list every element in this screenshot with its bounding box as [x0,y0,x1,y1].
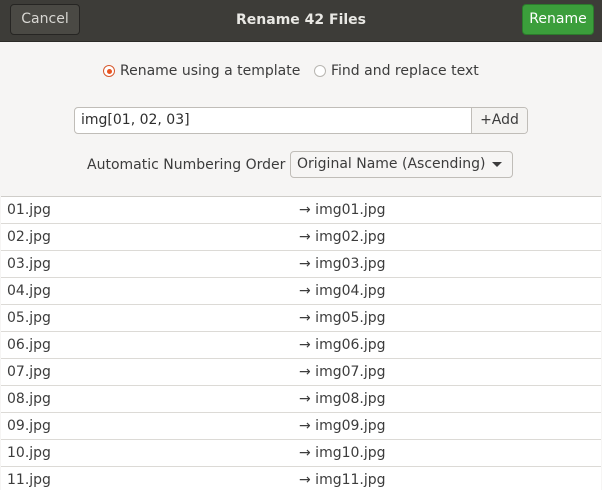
original-filename: 01.jpg [7,202,51,218]
file-row[interactable]: 07.jpg → img07.jpg [1,359,601,386]
original-filename: 10.jpg [7,445,51,461]
original-filename: 03.jpg [7,256,51,272]
file-row[interactable]: 01.jpg → img01.jpg [1,197,601,224]
template-mode-label: Rename using a template [120,63,301,79]
original-filename: 05.jpg [7,310,51,326]
numbering-order-dropdown[interactable]: Original Name (Ascending) [290,151,513,178]
file-row[interactable]: 06.jpg → img06.jpg [1,332,601,359]
new-filename: → img11.jpg [299,472,386,488]
new-filename: → img10.jpg [299,445,386,461]
file-row[interactable]: 04.jpg → img04.jpg [1,278,601,305]
numbering-order-value: Original Name (Ascending) [297,156,486,172]
new-filename: → img08.jpg [299,391,386,407]
new-filename: → img03.jpg [299,256,386,272]
file-row[interactable]: 03.jpg → img03.jpg [1,251,601,278]
template-input[interactable]: img[01, 02, 03] [81,108,190,133]
file-row[interactable]: 05.jpg → img05.jpg [1,305,601,332]
original-filename: 11.jpg [7,472,51,488]
dialog-title: Rename 42 Files [236,12,366,28]
rename-button[interactable]: Rename [522,4,594,35]
original-filename: 07.jpg [7,364,51,380]
original-filename: 04.jpg [7,283,51,299]
new-filename: → img07.jpg [299,364,386,380]
original-filename: 06.jpg [7,337,51,353]
original-filename: 02.jpg [7,229,51,245]
numbering-order-label: Automatic Numbering Order [87,157,286,173]
file-row[interactable]: 10.jpg → img10.jpg [1,440,601,467]
replace-mode-label: Find and replace text [331,63,479,79]
radio-unchecked-icon[interactable] [314,65,326,77]
file-rename-list[interactable]: 01.jpg → img01.jpg 02.jpg → img02.jpg 03.jpg… [1,196,601,490]
radio-checked-icon[interactable] [103,65,115,77]
new-filename: → img06.jpg [299,337,386,353]
original-filename: 08.jpg [7,391,51,407]
new-filename: → img02.jpg [299,229,386,245]
template-entry[interactable]: img[01, 02, 03] +Add [74,107,528,134]
new-filename: → img09.jpg [299,418,386,434]
new-filename: → img05.jpg [299,310,386,326]
new-filename: → img04.jpg [299,283,386,299]
file-row[interactable]: 02.jpg → img02.jpg [1,224,601,251]
add-button[interactable]: +Add [471,108,527,133]
original-filename: 09.jpg [7,418,51,434]
file-row[interactable]: 08.jpg → img08.jpg [1,386,601,413]
file-row[interactable]: 09.jpg → img09.jpg [1,413,601,440]
file-row[interactable]: 11.jpg → img11.jpg [1,467,601,490]
dropdown-arrow-icon [492,162,502,167]
new-filename: → img01.jpg [299,202,386,218]
header-bar: Cancel Rename 42 Files Rename [0,0,602,42]
